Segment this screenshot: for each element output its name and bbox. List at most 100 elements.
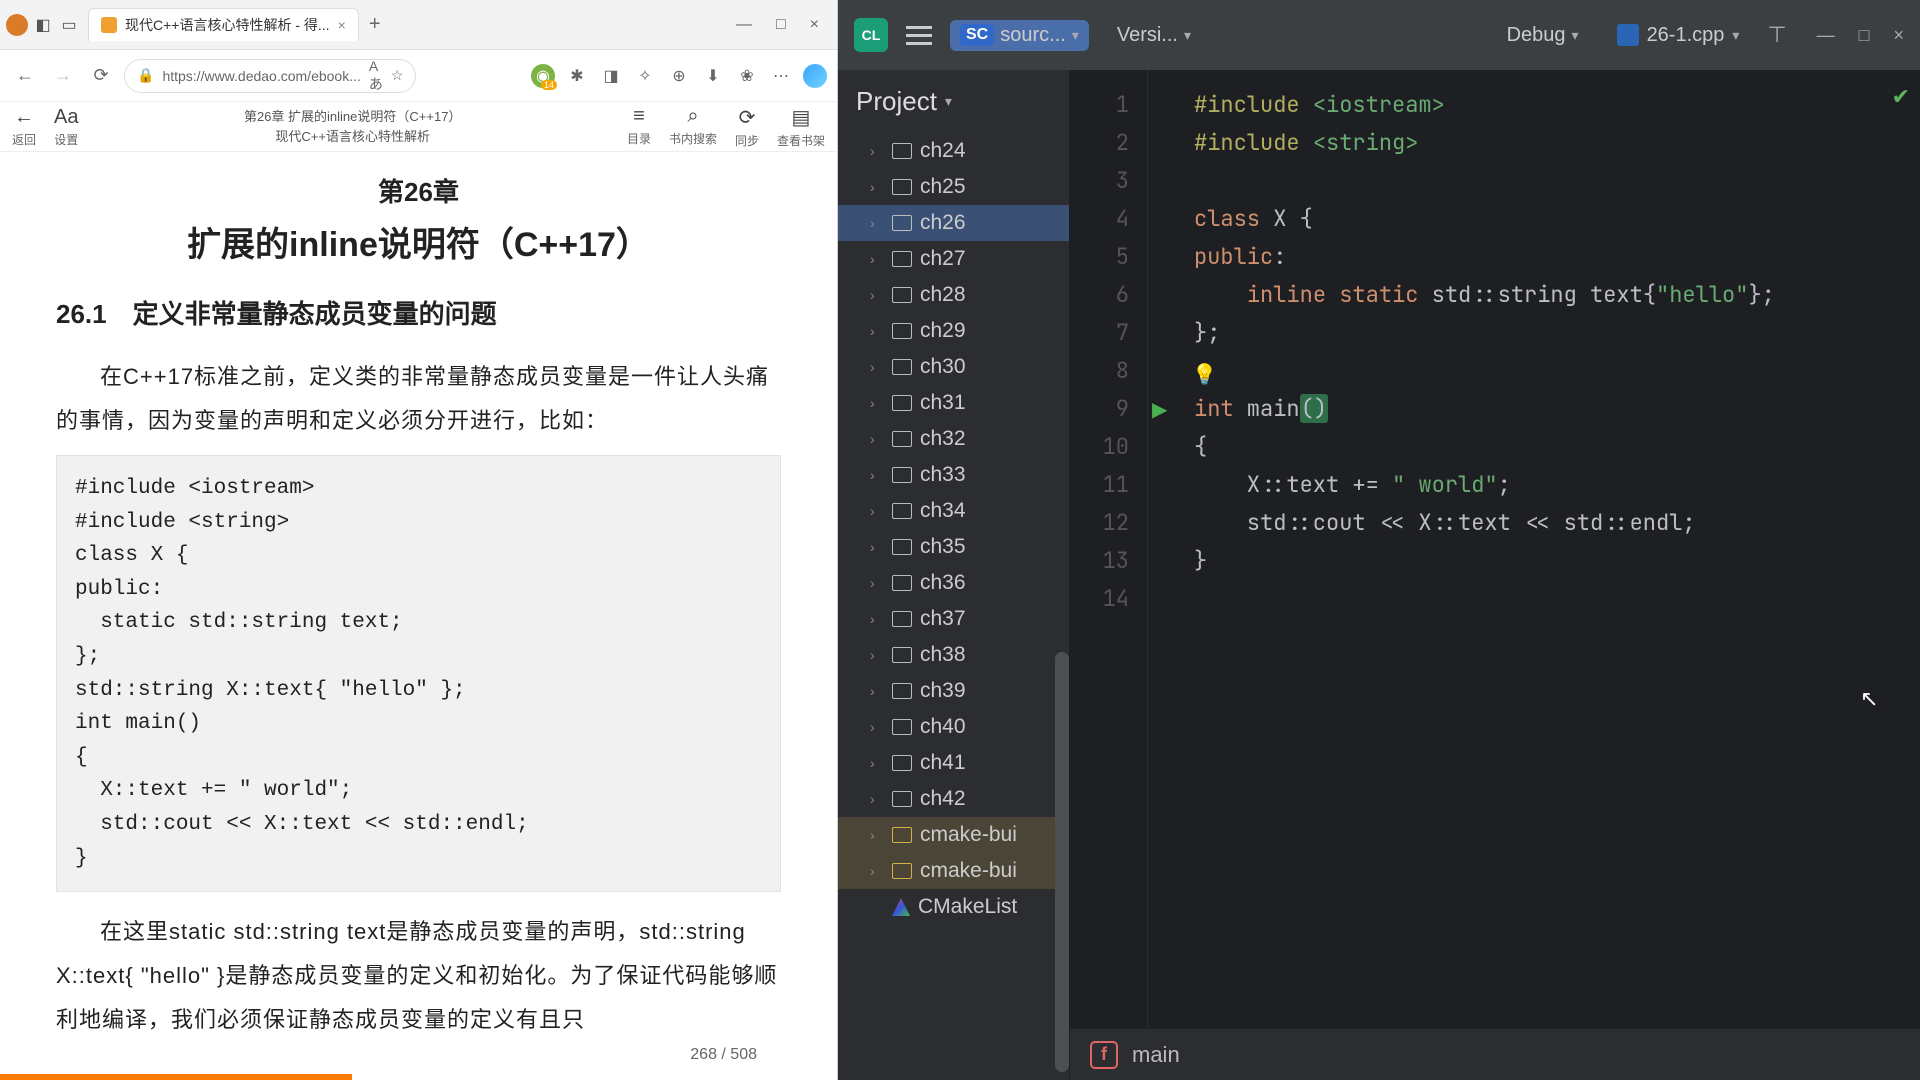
minimize-button[interactable]: — <box>1817 25 1835 46</box>
run-gutter-icon[interactable]: ▶ <box>1152 397 1167 422</box>
folder-ch36[interactable]: ›ch36 <box>838 565 1069 601</box>
toc-button[interactable]: ≡目录 <box>627 105 651 149</box>
collections-icon[interactable]: ✧ <box>633 64 657 88</box>
build-icon[interactable]: ⊤ <box>1767 22 1786 48</box>
folder-ch29[interactable]: ›ch29 <box>838 313 1069 349</box>
breadcrumb-main[interactable]: main <box>1132 1042 1180 1068</box>
main-menu-button[interactable] <box>906 26 932 45</box>
breadcrumb-bar: f main <box>1070 1028 1920 1080</box>
browser-tab[interactable]: 现代C++语言核心特性解析 - 得... × <box>88 8 359 41</box>
search-reader-button[interactable]: ⌕书内搜索 <box>669 105 717 149</box>
sidebar-icon[interactable]: ◨ <box>599 64 623 88</box>
workspace-icon[interactable]: ◧ <box>32 14 54 36</box>
code-editor[interactable]: ✔ ▶ 💡 1234567891011121314 #include <iost… <box>1070 70 1920 1080</box>
reading-progress[interactable] <box>0 1074 352 1080</box>
chevron-right-icon: › <box>870 323 884 339</box>
version-dropdown[interactable]: Versi... ▾ <box>1107 20 1201 51</box>
code-area[interactable]: #include <iostream> #include <string> cl… <box>1148 70 1775 1028</box>
sync-icon[interactable]: ⊕ <box>667 64 691 88</box>
back-reader-button[interactable]: ← 返回 <box>12 106 36 148</box>
folder-modified[interactable]: ›cmake-bui <box>838 853 1069 889</box>
folder-icon <box>892 395 912 411</box>
close-button[interactable]: × <box>1893 25 1904 46</box>
more-icon[interactable]: ⋯ <box>769 64 793 88</box>
maximize-button[interactable]: □ <box>1859 25 1870 46</box>
bulb-icon[interactable]: 💡 <box>1192 362 1217 387</box>
folder-icon <box>892 647 912 663</box>
cmake-icon <box>892 898 910 916</box>
translate-icon[interactable]: Aあ <box>369 58 383 94</box>
page-indicator: 268 / 508 <box>690 1046 757 1064</box>
chevron-right-icon: › <box>870 647 884 663</box>
extension-green-icon[interactable]: ◉14 <box>531 64 555 88</box>
project-tree[interactable]: ›ch24›ch25›ch26›ch27›ch28›ch29›ch30›ch31… <box>838 133 1069 1080</box>
folder-ch39[interactable]: ›ch39 <box>838 673 1069 709</box>
extensions-icon[interactable]: ✱ <box>565 64 589 88</box>
close-tab-icon[interactable]: × <box>338 17 346 33</box>
profile-avatar[interactable] <box>6 14 28 36</box>
folder-ch34[interactable]: ›ch34 <box>838 493 1069 529</box>
folder-ch35[interactable]: ›ch35 <box>838 529 1069 565</box>
folder-ch24[interactable]: ›ch24 <box>838 133 1069 169</box>
folder-icon <box>892 431 912 447</box>
line-number: 4 <box>1070 200 1129 238</box>
back-button[interactable]: ← <box>10 61 40 91</box>
folder-ch42[interactable]: ›ch42 <box>838 781 1069 817</box>
forward-button[interactable]: → <box>48 61 78 91</box>
new-tab-button[interactable]: + <box>363 13 387 37</box>
run-config-dropdown[interactable]: Debug ▾ <box>1497 20 1589 51</box>
url-input[interactable]: 🔒 https://www.dedao.com/ebook... Aあ ☆ <box>124 59 416 93</box>
folder-label: cmake-bui <box>920 823 1017 847</box>
line-number: 13 <box>1070 542 1129 580</box>
folder-label: ch27 <box>920 247 966 271</box>
folder-ch32[interactable]: ›ch32 <box>838 421 1069 457</box>
arrow-left-icon: ← <box>14 106 34 129</box>
project-header[interactable]: Project ▾ <box>838 70 1069 133</box>
chevron-right-icon: › <box>870 611 884 627</box>
folder-icon <box>892 827 912 843</box>
copilot-icon[interactable] <box>803 64 827 88</box>
back-label: 返回 <box>12 131 36 148</box>
refresh-button[interactable]: ⟳ <box>86 61 116 91</box>
shelf-label: 查看书架 <box>777 132 825 149</box>
folder-ch30[interactable]: ›ch30 <box>838 349 1069 385</box>
line-number: 5 <box>1070 238 1129 276</box>
minimize-button[interactable]: — <box>736 16 752 34</box>
folder-ch37[interactable]: ›ch37 <box>838 601 1069 637</box>
ext2-icon[interactable]: ❀ <box>735 64 759 88</box>
folder-ch38[interactable]: ›ch38 <box>838 637 1069 673</box>
reader-chapter-label: 第26章 扩展的inline说明符（C++17） <box>78 107 626 127</box>
close-window-button[interactable]: × <box>810 16 819 34</box>
cpp-file-icon <box>1617 24 1639 46</box>
toolbar-actions: ◉14 ✱ ◨ ✧ ⊕ ⬇ ❀ ⋯ <box>531 64 827 88</box>
sync-reader-button[interactable]: ⟳同步 <box>735 105 759 149</box>
folder-label: ch34 <box>920 499 966 523</box>
scrollbar-thumb[interactable] <box>1055 652 1069 1072</box>
target-file-dropdown[interactable]: 26-1.cpp ▾ <box>1607 20 1750 51</box>
tab-title: 现代C++语言核心特性解析 - 得... <box>125 15 330 35</box>
vcs-dropdown[interactable]: SC sourc... ▾ <box>950 20 1089 51</box>
download-icon[interactable]: ⬇ <box>701 64 725 88</box>
vcs-badge: SC <box>960 24 994 46</box>
settings-reader-button[interactable]: Aa设置 <box>54 106 78 148</box>
folder-ch26[interactable]: ›ch26 <box>838 205 1069 241</box>
folder-ch28[interactable]: ›ch28 <box>838 277 1069 313</box>
reader-content[interactable]: 第26章 扩展的inline说明符（C++17） 26.1 定义非常量静态成员变… <box>0 152 837 1080</box>
tabview-icon[interactable]: ▭ <box>58 14 80 36</box>
folder-ch25[interactable]: ›ch25 <box>838 169 1069 205</box>
chapter-number: 第26章 <box>56 172 781 209</box>
folder-modified[interactable]: ›cmake-bui <box>838 817 1069 853</box>
folder-ch27[interactable]: ›ch27 <box>838 241 1069 277</box>
folder-ch31[interactable]: ›ch31 <box>838 385 1069 421</box>
shelf-button[interactable]: ▤查看书架 <box>777 105 825 149</box>
folder-ch41[interactable]: ›ch41 <box>838 745 1069 781</box>
folder-ch33[interactable]: ›ch33 <box>838 457 1069 493</box>
chevron-right-icon: › <box>870 755 884 771</box>
maximize-button[interactable]: □ <box>776 16 786 34</box>
favorite-icon[interactable]: ☆ <box>391 67 404 84</box>
clion-logo-icon[interactable]: CL <box>854 18 888 52</box>
folder-ch40[interactable]: ›ch40 <box>838 709 1069 745</box>
analysis-ok-icon[interactable]: ✔ <box>1892 84 1910 110</box>
cmake-file[interactable]: CMakeList <box>838 889 1069 925</box>
folder-label: ch26 <box>920 211 966 235</box>
